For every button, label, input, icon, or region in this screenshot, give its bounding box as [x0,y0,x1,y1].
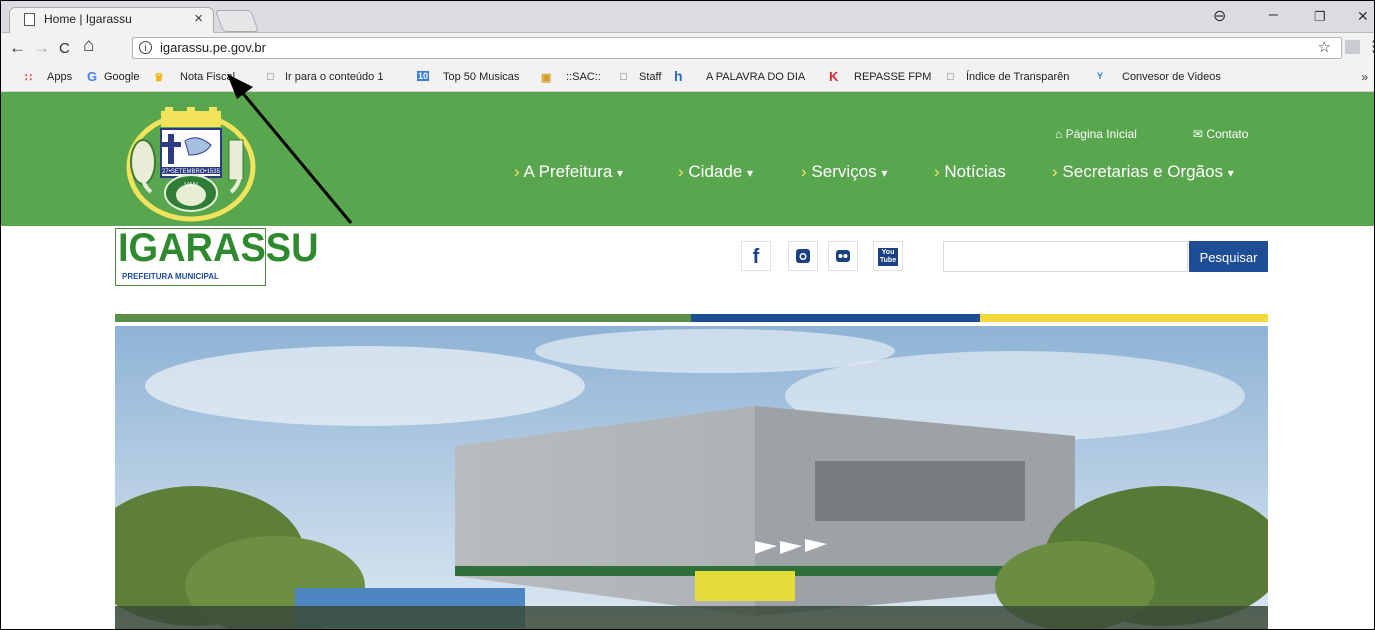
bookmark-ir-para-conteudo[interactable]: Ir para o conteúdo 1 [285,71,383,83]
page-icon: □ [947,71,954,83]
nav-label: Secretarias e Orgãos [1062,162,1224,181]
bookmark-top-50-musicas[interactable]: Top 50 Musicas [443,71,519,83]
caret-down-icon: ▾ [1227,166,1234,180]
home-link[interactable]: ⌂ Página Inicial [1055,127,1137,141]
browser-tab[interactable]: Home | Igarassu × [9,7,214,33]
nav-label: A Prefeitura [523,162,613,181]
chevron-right-icon: › [514,162,520,181]
logo-wordmark: IGARASSU [118,226,319,270]
info-icon[interactable]: i [139,41,152,54]
close-window-button[interactable]: ✕ [1357,8,1369,25]
bookmark-indice-transparencia[interactable]: Índice de Transparên [966,71,1069,83]
sac-icon: ▣ [541,72,552,84]
browser-window: Home | Igarassu × ⊖ – ❐ ✕ ← → C ⌂ i igar… [0,0,1375,630]
site-logo[interactable]: IGARASSU PREFEITURA MUNICIPAL [115,226,319,286]
contact-link-label: Contato [1206,127,1249,141]
site-header: 27•SETEMBRO•1535 VAN ⌂ Página Inicial ✉ … [1,92,1374,226]
page-icon: □ [620,71,627,83]
crest-name-text: VAN [184,182,198,189]
home-icon: ⌂ [1055,127,1063,141]
forward-button[interactable]: → [33,38,50,58]
tab-close-button[interactable]: × [194,10,203,27]
reload-button[interactable]: C [59,40,70,57]
nav-a-prefeitura[interactable]: › A Prefeitura ▾ [514,162,623,182]
hero-banner-image[interactable] [115,326,1268,630]
new-tab-button[interactable] [214,10,260,32]
city-crest-logo[interactable]: 27•SETEMBRO•1535 VAN [121,107,261,222]
nav-label: Notícias [944,162,1006,181]
chevron-right-icon: › [1052,162,1058,181]
crown-icon: ♛ [154,72,164,84]
minimize-button[interactable]: – [1269,6,1278,24]
instagram-icon[interactable] [788,241,818,271]
bookmark-google[interactable]: Google [104,71,139,83]
bookmark-apps[interactable]: Apps [47,71,72,83]
address-bar[interactable]: i igarassu.pe.gov.br ☆ [132,37,1342,59]
caret-down-icon: ▾ [617,166,624,180]
bookmark-sac[interactable]: ::SAC:: [566,71,601,83]
page-icon: □ [267,71,274,83]
nav-label: Cidade [688,162,743,181]
google-icon: G [87,69,98,84]
contact-link[interactable]: ✉ Contato [1193,127,1248,141]
youtube-icon[interactable]: You Tube [873,241,903,271]
page-icon [24,13,35,26]
bookmark-a-palavra-do-dia[interactable]: A PALAVRA DO DIA [706,71,805,83]
bookmark-staff[interactable]: Staff [639,71,661,83]
chevron-right-icon: › [801,162,807,181]
url-text: igarassu.pe.gov.br [160,40,266,55]
navigation-bar: ← → C ⌂ i igarassu.pe.gov.br ☆ [1,33,1374,65]
nav-servicos[interactable]: › Serviços ▾ [801,162,887,182]
home-link-label: Página Inicial [1065,127,1137,141]
chevron-right-icon: › [934,162,940,181]
top50-icon: 10 [417,71,430,81]
caret-down-icon: ▾ [747,166,754,180]
search-input[interactable] [943,241,1188,272]
search-button[interactable]: Pesquisar [1189,241,1268,272]
h-logo-icon: h [674,68,683,84]
bookmark-star-icon[interactable]: ☆ [1318,38,1331,56]
nav-secretarias-e-orgaos[interactable]: › Secretarias e Orgãos ▾ [1052,162,1234,182]
back-button[interactable]: ← [9,38,26,58]
bookmarks-bar: ∷ Apps G Google ♛ Nota Fiscal □ Ir para … [1,65,1374,92]
home-button[interactable]: ⌂ [83,35,94,57]
extension-icon[interactable] [1345,40,1360,54]
facebook-icon[interactable]: f [741,241,771,271]
bookmarks-overflow-button[interactable]: » [1361,70,1368,84]
nav-cidade[interactable]: › Cidade ▾ [678,162,753,182]
stripe-yellow [980,314,1268,322]
bookmark-convesor-de-videos[interactable]: Convesor de Videos [1122,71,1221,83]
tab-title: Home | Igarassu [44,12,132,26]
caret-down-icon: ▾ [881,166,888,180]
stripe-blue [691,314,980,322]
menu-icon[interactable]: ⋮ [1366,37,1374,55]
envelope-icon: ✉ [1193,127,1204,141]
nav-label: Serviços [811,162,877,181]
apps-grid-icon: ∷ [25,72,32,84]
bookmark-nota-fiscal[interactable]: Nota Fiscal [180,71,235,83]
restore-button[interactable]: ❐ [1314,9,1326,25]
flickr-icon[interactable] [828,241,858,271]
k-logo-icon: K [829,69,839,84]
profile-icon[interactable]: ⊖ [1213,6,1226,26]
logo-subtitle: PREFEITURA MUNICIPAL [122,272,219,281]
tab-strip: Home | Igarassu × ⊖ – ❐ ✕ [1,1,1374,33]
chevron-right-icon: › [678,162,684,181]
bookmark-repasse-fpm[interactable]: REPASSE FPM [854,71,931,83]
yt-mp3-icon: Y [1097,71,1104,81]
stripe-green [115,314,691,322]
nav-noticias[interactable]: › Notícias [934,162,1006,182]
